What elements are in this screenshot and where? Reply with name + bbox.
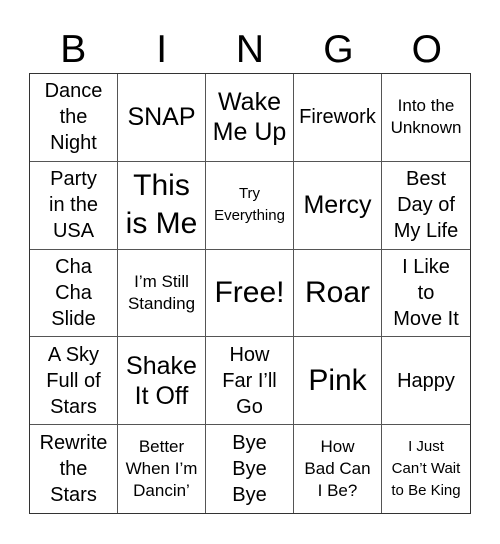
header-letter-b: B <box>60 28 87 71</box>
header-letter-i: I <box>156 28 168 71</box>
bingo-grid: Dance the Night SNAP Wake Me Up Firework Int… <box>29 73 471 514</box>
header-letter-n: N <box>235 28 265 71</box>
bingo-cell[interactable]: I Just Can’t Wait to Be King <box>382 425 470 513</box>
bingo-cell[interactable]: Bye Bye Bye <box>206 425 294 513</box>
bingo-cell[interactable]: Mercy <box>294 161 382 250</box>
bingo-cell[interactable]: Dance the Night <box>30 74 118 162</box>
header-letter-o: O <box>411 28 442 71</box>
bingo-cell[interactable]: Cha Cha Slide <box>30 249 118 338</box>
bingo-cell[interactable]: Better When I’m Dancin’ <box>118 425 206 513</box>
bingo-cell[interactable]: Party in the USA <box>30 161 118 250</box>
bingo-header: B I N G O <box>29 28 471 72</box>
bingo-cell[interactable]: Pink <box>294 337 382 426</box>
bingo-cell[interactable]: This is Me <box>118 161 206 250</box>
bingo-cell[interactable]: Best Day of My Life <box>382 162 470 250</box>
bingo-cell[interactable]: Firework <box>294 74 382 162</box>
bingo-cell[interactable]: Try Everything <box>206 161 294 250</box>
bingo-cell[interactable]: SNAP <box>118 74 206 162</box>
bingo-cell[interactable]: Rewrite the Stars <box>30 425 118 513</box>
bingo-cell[interactable]: I Like to Move It <box>382 250 470 338</box>
bingo-cell[interactable]: How Far I’ll Go <box>206 337 294 426</box>
header-letter-g: G <box>323 28 354 71</box>
bingo-cell[interactable]: Happy <box>382 337 470 426</box>
bingo-cell[interactable]: I’m Still Standing <box>118 249 206 338</box>
bingo-cell[interactable]: Wake Me Up <box>206 74 294 162</box>
bingo-cell[interactable]: Shake It Off <box>118 337 206 426</box>
bingo-cell[interactable]: Into the Unknown <box>382 74 470 162</box>
bingo-cell[interactable]: How Bad Can I Be? <box>294 425 382 513</box>
bingo-cell[interactable]: Roar <box>294 249 382 338</box>
bingo-cell[interactable]: A Sky Full of Stars <box>30 337 118 426</box>
bingo-cell[interactable]: Free! <box>206 249 294 338</box>
